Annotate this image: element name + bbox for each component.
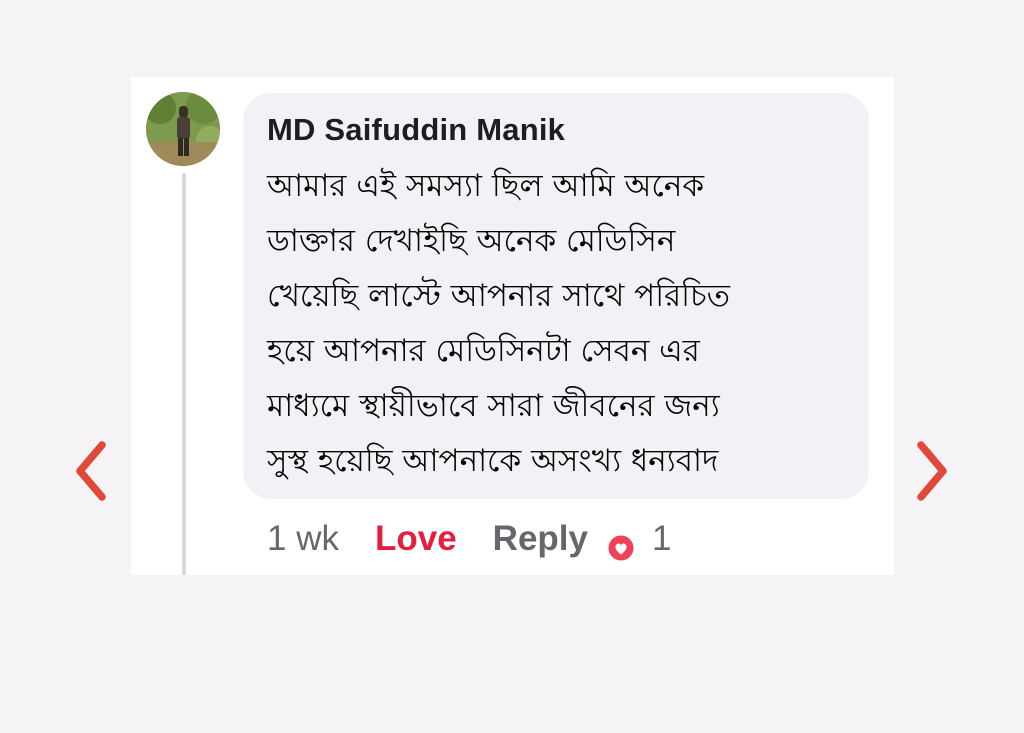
thread-line <box>182 173 186 575</box>
comment-author[interactable]: MD Saifuddin Manik <box>267 111 853 149</box>
chevron-left-icon <box>76 441 106 501</box>
comment-text: আমার এই সমস্যা ছিল আমি অনেক ডাক্তার দেখা… <box>267 168 730 479</box>
prev-arrow-button[interactable] <box>68 437 112 505</box>
comment-timestamp[interactable]: 1 wk <box>267 519 339 559</box>
love-button[interactable]: Love <box>375 519 457 559</box>
comment-actions: 1 wk Love Reply 1 <box>267 517 671 563</box>
avatar-photo <box>146 92 220 166</box>
reply-button[interactable]: Reply <box>493 519 588 559</box>
love-reaction-icon[interactable] <box>606 533 636 563</box>
reaction-count[interactable]: 1 <box>652 519 671 559</box>
next-arrow-button[interactable] <box>911 437 955 505</box>
comment-bubble: MD Saifuddin Manik আমার এই সমস্যা ছিল আম… <box>243 93 869 499</box>
comment-card: MD Saifuddin Manik আমার এই সমস্যা ছিল আম… <box>131 77 894 575</box>
avatar[interactable] <box>146 92 220 166</box>
chevron-right-icon <box>917 441 947 501</box>
